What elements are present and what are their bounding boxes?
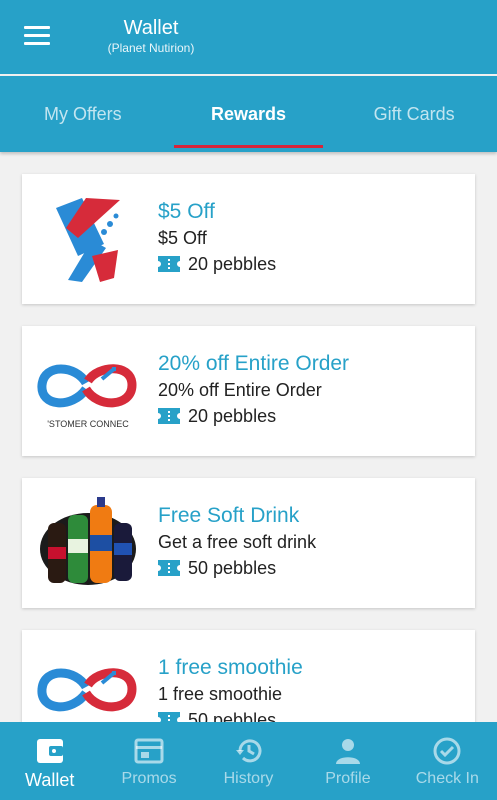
nav-promos[interactable]: Promos <box>99 722 198 800</box>
wallet-icon <box>36 739 63 763</box>
menu-icon[interactable] <box>24 26 52 46</box>
nav-history[interactable]: History <box>199 722 298 800</box>
nav-wallet[interactable]: Wallet <box>0 722 99 800</box>
offer-cost-label: 50 pebbles <box>188 710 277 722</box>
tab-label: Gift Cards <box>373 103 455 124</box>
app-header: Wallet (Planet Nutirion) <box>0 0 497 74</box>
offer-cost: 50 pebbles <box>158 555 465 581</box>
nav-label: History <box>223 770 274 787</box>
customer-connect-logo: 'STOMER CONNEC <box>36 341 140 441</box>
header-title-block: Wallet (Planet Nutirion) <box>100 16 202 56</box>
ticket-icon <box>158 408 180 424</box>
promos-icon <box>134 738 164 764</box>
reward-card[interactable]: $5 Off $5 Off 20 pebbles <box>22 174 475 304</box>
logo-text: 'STOMER CONNEC <box>47 419 129 429</box>
offer-title: $5 Off <box>158 200 215 223</box>
check-in-icon <box>433 737 461 765</box>
ticket-icon <box>158 560 180 576</box>
offer-description: Get a free soft drink <box>158 532 317 552</box>
rewards-list[interactable]: $5 Off $5 Off 20 pebbles 'STOMER CONNEC … <box>0 152 497 722</box>
offer-cost: 20 pebbles <box>158 251 465 277</box>
ticket-icon <box>158 712 180 722</box>
offer-title: Free Soft Drink <box>158 504 300 527</box>
active-tab-indicator <box>173 145 324 148</box>
nav-label: Promos <box>121 770 177 787</box>
offer-cost-label: 50 pebbles <box>188 558 277 578</box>
profile-icon <box>335 739 360 764</box>
page-title: Wallet <box>123 17 179 39</box>
nav-label: Wallet <box>25 770 75 790</box>
reward-card[interactable]: 'STOMER CONNEC 20% off Entire Order 20% … <box>22 326 475 456</box>
brand-logo-x-icon <box>36 189 140 289</box>
offer-cost: 50 pebbles <box>158 707 465 722</box>
offer-title: 20% off Entire Order <box>158 352 350 375</box>
nav-profile[interactable]: Profile <box>298 722 397 800</box>
reward-card[interactable]: 1 free smoothie 1 free smoothie 50 pebbl… <box>22 630 475 722</box>
offer-tabs: My Offers Rewards Gift Cards <box>0 76 497 152</box>
soft-drink-bottles-image <box>36 493 140 593</box>
ticket-icon <box>158 256 180 272</box>
tab-rewards[interactable]: Rewards <box>166 76 332 152</box>
tab-gift-cards[interactable]: Gift Cards <box>331 76 497 152</box>
offer-description: 1 free smoothie <box>158 684 283 704</box>
nav-check-in[interactable]: Check In <box>398 722 497 800</box>
offer-description: 20% off Entire Order <box>158 380 322 400</box>
offer-title: 1 free smoothie <box>158 656 303 679</box>
offer-cost-label: 20 pebbles <box>188 254 277 274</box>
nav-label: Check In <box>415 770 479 787</box>
offer-description: $5 Off <box>158 228 207 248</box>
tab-label: My Offers <box>43 103 122 124</box>
bottom-navigation: Wallet Promos History Profile Check In <box>0 722 497 800</box>
customer-connect-logo <box>36 645 140 722</box>
offer-cost-label: 20 pebbles <box>188 406 277 426</box>
page-subtitle: (Planet Nutirion) <box>107 41 195 55</box>
nav-label: Profile <box>325 770 371 787</box>
tab-my-offers[interactable]: My Offers <box>0 76 166 152</box>
history-icon <box>235 739 262 763</box>
reward-card[interactable]: Free Soft Drink Get a free soft drink 50… <box>22 478 475 608</box>
offer-cost: 20 pebbles <box>158 403 465 429</box>
tab-label: Rewards <box>210 103 287 124</box>
